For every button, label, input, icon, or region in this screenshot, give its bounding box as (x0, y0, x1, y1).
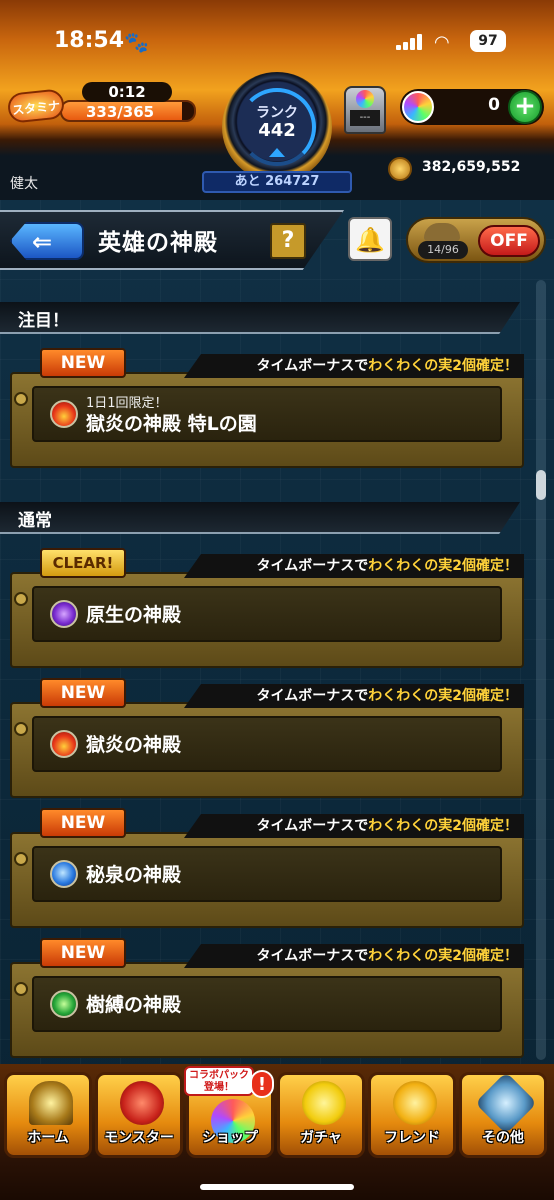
toggle-count: 14/96 (418, 241, 468, 259)
quest-card[interactable]: タイムボーナスでわくわくの実2個確定！ CLEAR! 原生の神殿 (10, 548, 524, 668)
shop-alert-badge: ! (250, 1070, 274, 1098)
bolt-icon (14, 392, 28, 406)
nav-home-button[interactable]: ホーム (4, 1072, 92, 1158)
bolt-icon (14, 982, 28, 996)
nav-gacha-label: ガチャ (300, 1130, 342, 1146)
status-bar: 18:54 🐾 ◠ 97 (0, 28, 554, 58)
nav-gacha-button[interactable]: ガチャ (277, 1072, 365, 1158)
quest-card[interactable]: タイムボーナスでわくわくの実2個確定！ NEW 秘泉の神殿 (10, 808, 524, 928)
section-featured: 注目！ (0, 302, 520, 334)
stamina-value: 333/365 (86, 103, 155, 121)
status-time: 18:54 (54, 28, 125, 53)
quest-name: 秘泉の神殿 (86, 864, 182, 886)
next-rank-exp: あと 264727 (202, 171, 352, 193)
section-featured-label: 注目！ (18, 311, 69, 331)
paw-icon: 🐾 (124, 30, 149, 54)
other-icon (474, 1075, 538, 1135)
stamina-bar: 333/365 (60, 100, 196, 122)
signal-icon (396, 34, 426, 50)
nav-other-button[interactable]: その他 (459, 1072, 547, 1158)
quest-card[interactable]: タイムボーナスでわくわくの実2個確定！ NEW 獄炎の神殿 (10, 678, 524, 798)
new-badge: NEW (40, 348, 126, 378)
bottom-nav: ホーム モンスター ショップ ガチャ フレンド その他 (0, 1064, 554, 1200)
capsule-value: --- (350, 110, 380, 126)
clear-badge: CLEAR! (40, 548, 126, 578)
time-bonus-banner: タイムボーナスでわくわくの実2個確定！ (184, 944, 524, 968)
dark-element-icon (50, 600, 78, 628)
nav-shop-label: ショップ (202, 1130, 258, 1146)
new-badge: NEW (40, 678, 126, 708)
game-screen: 18:54 🐾 ◠ 97 333/365 スタミナ 0:12 ランク 442 あ… (0, 0, 554, 1200)
section-normal-label: 通常 (18, 511, 52, 531)
fire-element-icon (50, 400, 78, 428)
rank-label: ランク (256, 105, 298, 121)
collab-pack-tag: コラボパック登場！ (184, 1066, 254, 1096)
quest-card[interactable]: タイムボーナスでわくわくの実2個確定！ NEW 1日1回限定！ 獄炎の神殿 特L… (10, 348, 524, 468)
stamina-icon: スタミナ (6, 88, 66, 124)
nav-friend-label: フレンド (384, 1130, 440, 1146)
bolt-icon (14, 592, 28, 606)
time-bonus-banner: タイムボーナスでわくわくの実2個確定！ (184, 814, 524, 838)
orb-icon (402, 91, 434, 123)
time-bonus-banner: タイムボーナスでわくわくの実2個確定！ (184, 354, 524, 378)
battery-level: 97 (470, 30, 506, 52)
page-title: 英雄の神殿 (98, 230, 218, 256)
capsule-orb-icon (356, 90, 374, 108)
quest-name: 獄炎の神殿 (86, 734, 182, 756)
back-arrow-icon: ⇐ (32, 228, 53, 256)
rank-value: 442 (258, 120, 296, 141)
orb-count: 0 (488, 95, 500, 115)
user-name: 健太 (10, 176, 38, 192)
toggle-state-button[interactable]: OFF (478, 225, 540, 257)
capsule-icon[interactable]: --- (344, 86, 386, 134)
new-badge: NEW (40, 938, 126, 968)
rank-badge[interactable]: ランク 442 (222, 72, 332, 182)
fire-element-icon (50, 730, 78, 758)
nav-monster-button[interactable]: モンスター (95, 1072, 183, 1158)
water-element-icon (50, 860, 78, 888)
nav-friend-button[interactable]: フレンド (368, 1072, 456, 1158)
quest-name: 原生の神殿 (86, 604, 182, 626)
nav-home-label: ホーム (27, 1130, 69, 1146)
bell-icon: 🔔 (355, 226, 385, 254)
scrollbar-track[interactable] (536, 280, 546, 1060)
wifi-icon: ◠ (434, 32, 450, 53)
nav-other-label: その他 (482, 1130, 524, 1146)
wood-element-icon (50, 990, 78, 1018)
nav-monster-label: モンスター (104, 1130, 174, 1146)
home-icon (29, 1081, 73, 1125)
home-indicator[interactable] (200, 1184, 354, 1190)
time-bonus-banner: タイムボーナスでわくわくの実2個確定！ (184, 554, 524, 578)
orb-counter: 0 + (400, 89, 544, 125)
rank-arrow-icon (269, 148, 285, 157)
scrollbar-thumb[interactable] (536, 470, 546, 500)
quest-name: 獄炎の神殿 特Lの園 (86, 413, 257, 435)
stamina-gauge[interactable]: 333/365 スタミナ 0:12 (6, 82, 196, 129)
auto-toggle[interactable]: 14/96 OFF (406, 217, 546, 263)
helmet-icon (424, 223, 460, 241)
gacha-icon (302, 1081, 346, 1125)
notification-bell-button[interactable]: 🔔 (348, 217, 392, 261)
coin-amount: 382,659,552 (422, 159, 521, 175)
monster-icon (120, 1081, 164, 1125)
quest-card[interactable]: タイムボーナスでわくわくの実2個確定！ NEW 樹縛の神殿 (10, 938, 524, 1058)
quest-name: 樹縛の神殿 (86, 994, 182, 1016)
new-badge: NEW (40, 808, 126, 838)
time-bonus-banner: タイムボーナスでわくわくの実2個確定！ (184, 684, 524, 708)
coin-icon (388, 157, 412, 181)
stamina-timer: 0:12 (82, 82, 172, 102)
add-orb-button[interactable]: + (508, 90, 542, 124)
bolt-icon (14, 852, 28, 866)
section-normal: 通常 (0, 502, 520, 534)
friend-icon (393, 1081, 437, 1125)
help-button[interactable]: ? (270, 223, 306, 259)
bolt-icon (14, 722, 28, 736)
